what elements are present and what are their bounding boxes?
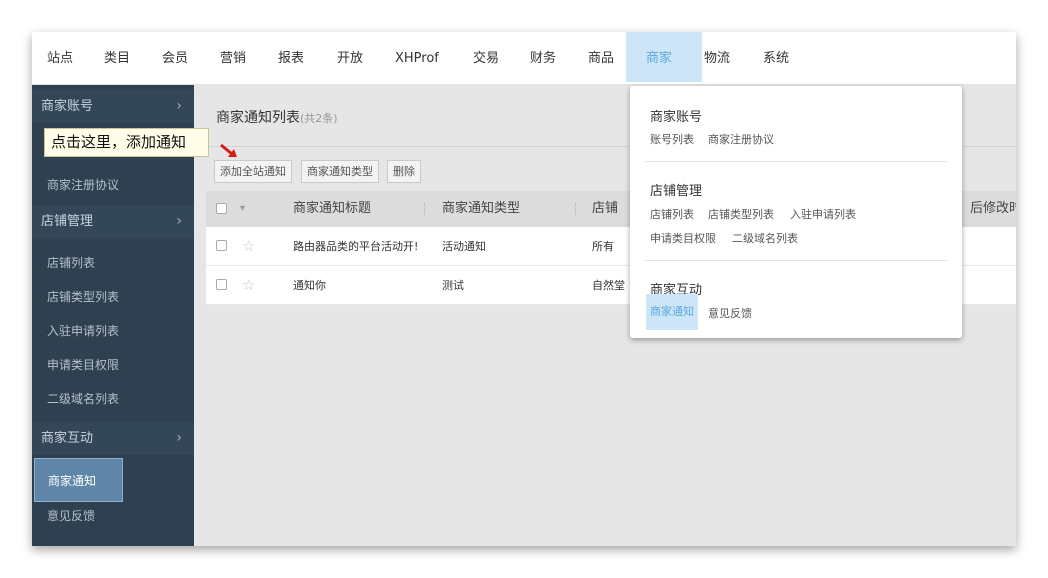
chevron-down-icon[interactable]: ▾: [240, 191, 245, 227]
row-checkbox[interactable]: [216, 240, 227, 251]
merchant-dropdown-menu: 商家账号 账号列表 商家注册协议 店铺管理 店铺列表 店铺类型列表 入驻申请列表…: [630, 86, 962, 338]
chevron-right-icon: ›: [176, 430, 182, 446]
menu-link-store-list[interactable]: 店铺列表: [650, 206, 694, 222]
sidebar-section-label: 商家互动: [41, 431, 94, 446]
record-count: (共2条): [300, 112, 338, 125]
nav-xhprof[interactable]: XHProf: [387, 32, 447, 85]
nav-system[interactable]: 系统: [755, 32, 797, 85]
page-title: 商家通知列表(共2条): [216, 107, 338, 127]
cell-type: 测试: [442, 279, 464, 292]
sidebar-item-feedback[interactable]: 意见反馈: [32, 501, 194, 531]
column-header-modified-time[interactable]: 后修改时间: [970, 191, 1016, 227]
column-header-title[interactable]: 商家通知标题: [293, 191, 371, 227]
sidebar-section-label: 店铺管理: [41, 214, 94, 229]
menu-group-title-store: 店铺管理: [650, 184, 703, 199]
star-icon[interactable]: ☆: [242, 227, 255, 266]
menu-link-category-permission[interactable]: 申请类目权限: [650, 230, 716, 246]
nav-open[interactable]: 开放: [329, 32, 371, 85]
cell-title[interactable]: 通知你: [293, 266, 417, 304]
menu-link-entry-application[interactable]: 入驻申请列表: [790, 206, 856, 222]
column-header-type[interactable]: 商家通知类型: [442, 191, 520, 227]
sidebar-item-merchant-notice[interactable]: 商家通知: [34, 458, 123, 502]
menu-link-register-agreement[interactable]: 商家注册协议: [708, 131, 774, 147]
menu-group-title-account: 商家账号: [650, 110, 703, 125]
star-icon[interactable]: ☆: [242, 266, 255, 305]
sidebar-item-store-list[interactable]: 店铺列表: [32, 248, 194, 278]
column-header-store[interactable]: 店铺: [592, 191, 618, 227]
delete-button[interactable]: 删除: [387, 160, 421, 183]
add-site-notice-button[interactable]: 添加全站通知: [214, 160, 292, 183]
sidebar-item-category-permission[interactable]: 申请类目权限: [32, 350, 194, 380]
arrow-down-right-icon: [220, 143, 237, 157]
nav-report[interactable]: 报表: [270, 32, 312, 85]
nav-category[interactable]: 类目: [96, 32, 138, 85]
menu-link-merchant-notice[interactable]: 商家通知: [646, 294, 698, 330]
nav-goods[interactable]: 商品: [580, 32, 622, 85]
page-title-text: 商家通知列表: [216, 110, 300, 126]
sidebar-item-entry-application[interactable]: 入驻申请列表: [32, 316, 194, 346]
row-checkbox[interactable]: [216, 279, 227, 290]
menu-link-account-list[interactable]: 账号列表: [650, 131, 694, 147]
nav-logistics[interactable]: 物流: [696, 32, 738, 85]
nav-finance[interactable]: 财务: [522, 32, 564, 85]
menu-link-store-type-list[interactable]: 店铺类型列表: [708, 206, 774, 222]
sidebar-item-subdomain-list[interactable]: 二级域名列表: [32, 384, 194, 414]
cell-store: 自然堂: [592, 279, 625, 292]
column-separator: [575, 203, 576, 215]
menu-divider: [644, 161, 948, 162]
select-all-checkbox[interactable]: [216, 203, 227, 214]
sidebar-section-merchant-account[interactable]: 商家账号 ›: [32, 90, 194, 123]
notice-type-button[interactable]: 商家通知类型: [301, 160, 379, 183]
nav-member[interactable]: 会员: [154, 32, 196, 85]
nav-site[interactable]: 站点: [39, 32, 81, 85]
cell-title[interactable]: 路由器品类的平台活动开!: [293, 227, 417, 265]
annotation-tooltip: 点击这里，添加通知: [44, 128, 209, 157]
menu-divider: [644, 260, 948, 261]
top-nav: 站点 类目 会员 营销 报表 开放 XHProf 交易 财务 商品 商家 物流 …: [32, 32, 1016, 85]
cell-type: 活动通知: [442, 240, 486, 253]
nav-merchant[interactable]: 商家: [626, 32, 702, 82]
chevron-right-icon: ›: [176, 98, 182, 114]
sidebar-section-label: 商家账号: [41, 99, 94, 114]
cell-store: 所有: [592, 240, 614, 253]
nav-marketing[interactable]: 营销: [212, 32, 254, 85]
sidebar-section-merchant-interaction[interactable]: 商家互动 ›: [32, 422, 194, 455]
menu-link-subdomain-list[interactable]: 二级域名列表: [732, 230, 798, 246]
nav-trade[interactable]: 交易: [465, 32, 507, 85]
sidebar-section-store-management[interactable]: 店铺管理 ›: [32, 205, 194, 238]
sidebar-item-register-agreement[interactable]: 商家注册协议: [32, 170, 194, 200]
column-separator: [424, 203, 425, 215]
sidebar-item-store-type-list[interactable]: 店铺类型列表: [32, 282, 194, 312]
chevron-right-icon: ›: [176, 213, 182, 229]
menu-link-feedback[interactable]: 意见反馈: [708, 305, 752, 321]
